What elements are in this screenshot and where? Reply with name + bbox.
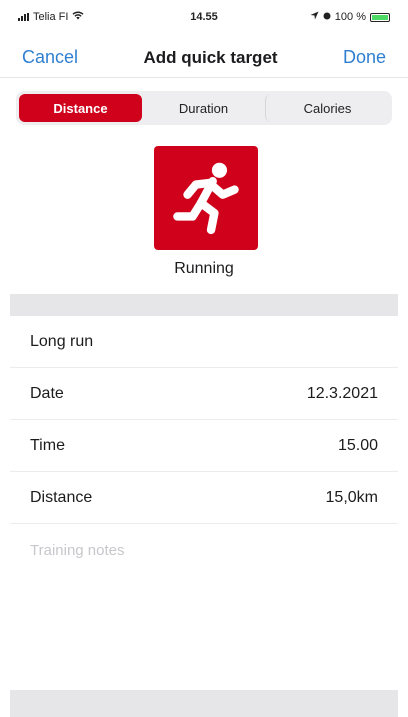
distance-row[interactable]: Distance 15,0km xyxy=(10,472,398,524)
section-divider xyxy=(10,294,398,316)
wifi-icon xyxy=(72,11,84,23)
segment-calories[interactable]: Calories xyxy=(265,94,389,122)
done-button[interactable]: Done xyxy=(343,47,386,68)
page-title: Add quick target xyxy=(143,47,278,67)
target-type-segmented-control: Distance Duration Calories xyxy=(16,91,392,125)
date-value[interactable]: 12.3.2021 xyxy=(307,385,378,403)
status-time: 14.55 xyxy=(190,11,218,23)
status-bar: Telia FI 14.55 100 % xyxy=(0,0,408,34)
date-row[interactable]: Date 12.3.2021 xyxy=(10,368,398,420)
distance-label: Distance xyxy=(30,488,93,506)
status-right: 100 % xyxy=(250,11,390,23)
signal-icon xyxy=(18,13,29,21)
battery-icon xyxy=(370,12,390,22)
cancel-button[interactable]: Cancel xyxy=(22,47,78,68)
date-label: Date xyxy=(30,384,64,402)
location-icon xyxy=(310,11,319,23)
status-left: Telia FI xyxy=(18,11,158,23)
time-label: Time xyxy=(30,436,65,454)
time-row[interactable]: Time 15.00 xyxy=(10,420,398,472)
quick-target-form: Long run Date 12.3.2021 Time 15.00 Dista… xyxy=(10,316,398,684)
segment-distance[interactable]: Distance xyxy=(19,94,142,122)
name-row[interactable]: Long run xyxy=(10,316,398,368)
name-field-value[interactable]: Long run xyxy=(30,333,93,351)
nav-bar: Cancel Add quick target Done xyxy=(0,38,408,78)
alarm-icon xyxy=(323,11,331,23)
carrier-label: Telia FI xyxy=(33,11,69,23)
bottom-divider xyxy=(10,690,398,717)
activity-icon-tile[interactable] xyxy=(154,146,258,250)
segment-duration[interactable]: Duration xyxy=(142,94,265,122)
time-value[interactable]: 15.00 xyxy=(338,437,378,455)
battery-percent: 100 % xyxy=(334,11,366,23)
running-person-icon xyxy=(173,162,239,235)
activity-label: Running xyxy=(174,260,234,277)
distance-value[interactable]: 15,0km xyxy=(326,489,378,507)
training-notes-input[interactable]: Training notes xyxy=(10,524,398,684)
